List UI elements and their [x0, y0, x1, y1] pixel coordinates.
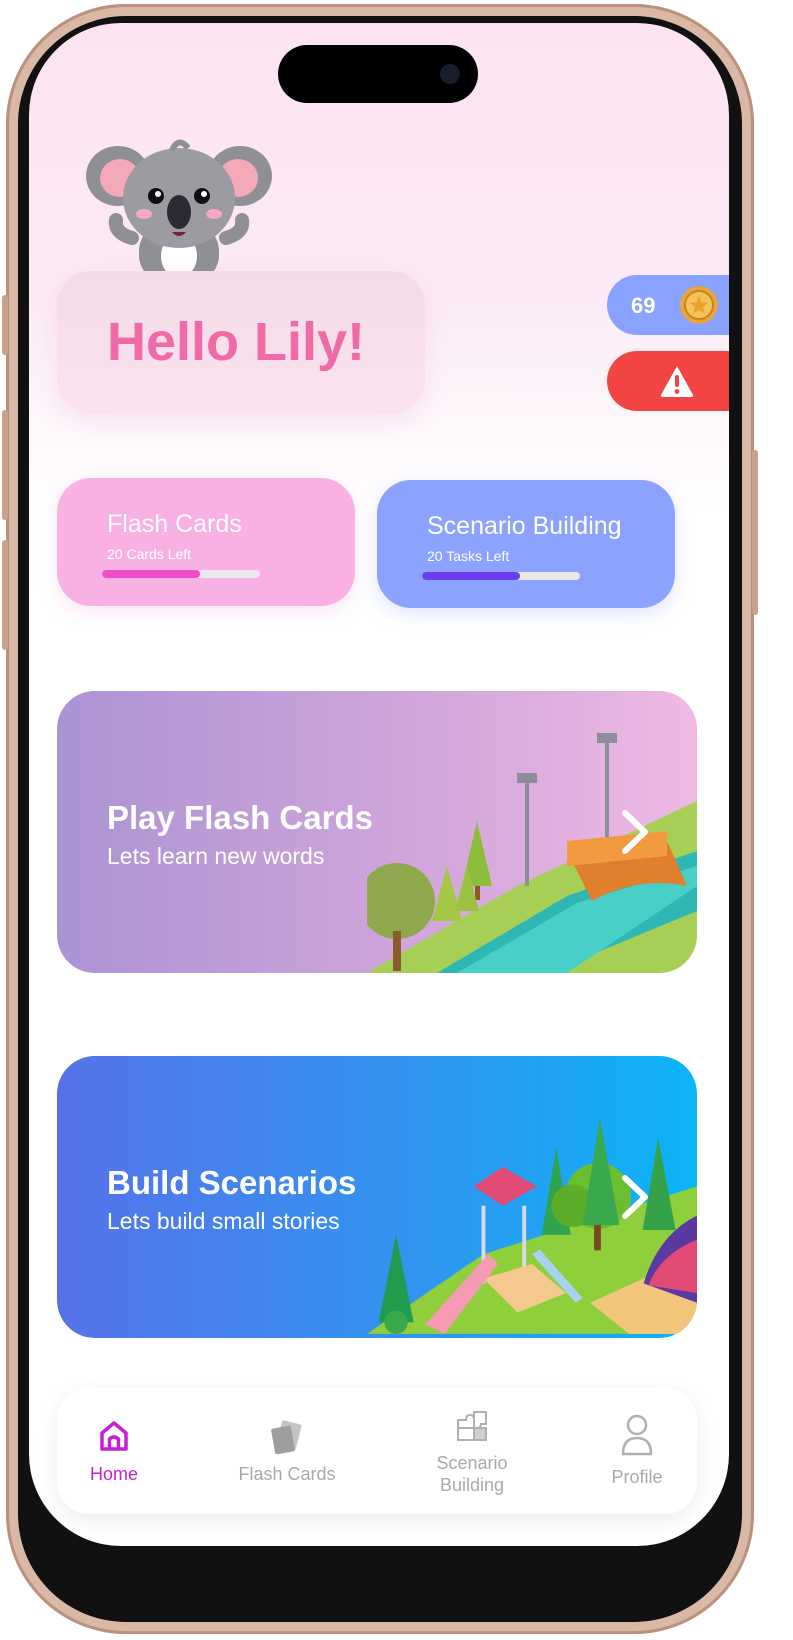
scenario-remaining: 20 Tasks Left — [427, 548, 510, 564]
flash-cards-remaining: 20 Cards Left — [107, 546, 192, 562]
nav-home[interactable]: Home — [71, 1388, 157, 1514]
flash-cards-title: Flash Cards — [107, 510, 242, 538]
nav-profile[interactable]: Profile — [597, 1388, 677, 1514]
chevron-right-icon — [622, 1175, 648, 1219]
side-button — [752, 450, 758, 615]
scenario-progress-bar — [422, 572, 580, 580]
chevron-right-icon — [622, 810, 648, 854]
dynamic-island — [278, 45, 478, 103]
progress-fill — [102, 570, 200, 578]
flash-cards-progress-bar — [102, 570, 260, 578]
home-icon — [100, 1421, 128, 1451]
alert-button[interactable] — [607, 351, 729, 411]
build-scenarios-title: Build Scenarios — [107, 1164, 357, 1201]
play-flash-cards-subtitle: Lets learn new words — [107, 843, 325, 869]
puzzle-icon — [457, 1411, 487, 1441]
side-button — [2, 540, 8, 650]
play-flash-cards-card[interactable]: Play Flash Cards Lets learn new words — [57, 691, 697, 973]
build-scenarios-subtitle: Lets build small stories — [107, 1208, 340, 1234]
greeting-text: Hello Lily! — [107, 312, 366, 372]
flash-cards-progress-card[interactable]: Flash Cards 20 Cards Left — [57, 478, 355, 606]
nav-scenario-building[interactable]: Scenario Building — [422, 1388, 522, 1514]
nav-home-label: Home — [89, 1464, 138, 1484]
play-flash-cards-title: Play Flash Cards — [107, 799, 373, 836]
nav-flash-cards[interactable]: Flash Cards — [217, 1388, 357, 1514]
koala-mascot-icon — [86, 139, 272, 278]
warning-icon — [660, 366, 694, 397]
nav-scenario-building-label: Scenario Building — [436, 1453, 508, 1495]
scenario-progress-card[interactable]: Scenario Building 20 Tasks Left — [377, 480, 675, 608]
coin-count: 69 — [631, 293, 656, 318]
greeting-card: Hello Lily! — [57, 271, 425, 414]
progress-fill — [422, 572, 520, 580]
camera-icon — [440, 64, 460, 84]
bottom-nav-bar: Home Flash Cards Scenario Building Profi… — [57, 1388, 697, 1514]
side-button — [2, 410, 8, 520]
scenario-title: Scenario Building — [427, 512, 622, 540]
side-button — [2, 295, 8, 355]
person-icon — [621, 1414, 653, 1456]
nav-profile-label: Profile — [611, 1467, 663, 1487]
coin-icon — [680, 286, 718, 324]
nav-flash-cards-label: Flash Cards — [238, 1464, 336, 1484]
build-scenarios-card[interactable]: Build Scenarios Lets build small stories — [57, 1056, 697, 1338]
coin-balance-button[interactable]: 69 — [607, 275, 729, 335]
app-screen: Hello Lily! 69 Flash Cards 20 Cards Left… — [29, 23, 729, 1546]
cards-icon — [271, 1420, 302, 1455]
